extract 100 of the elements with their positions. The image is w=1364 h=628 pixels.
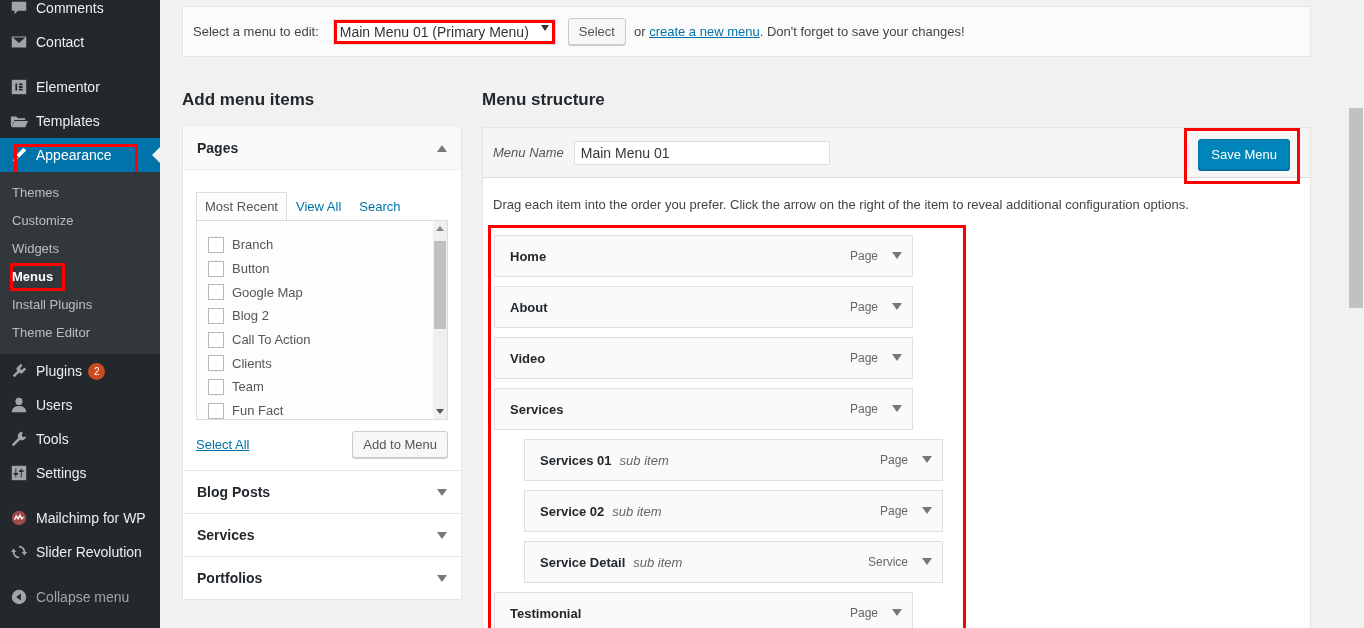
accordion-header[interactable]: Services [183, 514, 461, 556]
submenu-item[interactable]: Theme Editor [0, 319, 95, 347]
checkbox[interactable] [208, 284, 224, 301]
save-menu-button[interactable]: Save Menu [1198, 138, 1290, 170]
dropdown-arrow-icon[interactable] [922, 558, 932, 566]
checkbox[interactable] [208, 402, 224, 419]
checkbox[interactable] [208, 355, 224, 372]
item-note: sub item [612, 503, 662, 519]
menu-structure-item[interactable]: Testimonial Page [494, 592, 913, 628]
section-heading: Menu structure [482, 90, 605, 109]
page-label: Fun Fact [232, 403, 284, 419]
expand-arrow-icon [437, 488, 447, 496]
page-label: Clients [232, 355, 272, 371]
page-label: Button [232, 261, 270, 277]
mailchimp-icon [10, 509, 28, 527]
dropdown-arrow-icon[interactable] [892, 252, 902, 260]
select-menu-label: Select a menu to edit: [193, 24, 319, 39]
instructions-text: Drag each item into the order you prefer. Click the arrow on the right of the item to reveal additional configuration options. [492, 196, 1190, 214]
tab[interactable]: Search [350, 192, 410, 220]
list-scrollbar[interactable] [433, 221, 447, 419]
menu-item[interactable]: Plugins 2 [0, 354, 160, 388]
checkbox[interactable] [208, 260, 224, 277]
scroll-down-icon[interactable] [436, 409, 444, 414]
menu-item[interactable]: Users [0, 388, 160, 422]
dropdown-arrow-icon [540, 23, 549, 32]
submenu-item[interactable]: Install Plugins [0, 291, 97, 319]
plug-icon [10, 362, 28, 380]
item-title: Video [510, 350, 546, 366]
submenu-item[interactable]: Themes [0, 179, 63, 207]
page-label: Blog 2 [232, 308, 269, 324]
item-type: Service [868, 555, 908, 569]
dropdown-arrow-icon[interactable] [892, 609, 902, 617]
checkbox[interactable] [208, 236, 224, 253]
sliders-icon [10, 464, 28, 482]
menu-item[interactable]: Elementor [0, 70, 160, 104]
page-label: Branch [232, 237, 274, 253]
elementor-icon [10, 78, 28, 96]
add-to-menu-button[interactable]: Add to Menu [352, 431, 448, 458]
select-button[interactable]: Select [567, 18, 626, 45]
item-type: Page [849, 351, 878, 365]
menu-dropdown[interactable]: Main Menu 01 (Primary Menu) [332, 18, 556, 45]
tab[interactable]: View All [287, 192, 351, 220]
collapse-icon [10, 588, 28, 606]
menu-name-label: Menu Name [493, 145, 564, 160]
menu-item[interactable]: Mailchimp for WP [0, 501, 160, 535]
menu-item[interactable]: Tools [0, 422, 160, 456]
checkbox[interactable] [208, 378, 224, 395]
expand-arrow-icon [437, 531, 447, 539]
accordion-header[interactable]: Pages [183, 127, 461, 170]
submenu-item[interactable]: Customize [0, 207, 78, 235]
item-type: Page [849, 249, 878, 263]
submenu-item[interactable]: Widgets [0, 235, 63, 263]
person-icon [10, 396, 28, 414]
menu-item[interactable]: Settings [0, 456, 160, 490]
select-all-link[interactable]: Select All [196, 437, 250, 452]
dropdown-arrow-icon[interactable] [922, 456, 932, 464]
tab[interactable]: Most Recent [196, 192, 287, 220]
menu-item[interactable]: Slider Revolution [0, 535, 160, 569]
accordion-header[interactable]: Blog Posts [183, 471, 461, 513]
update-count-badge: 2 [87, 362, 106, 380]
item-title: About [510, 299, 548, 315]
menu-structure-item[interactable]: Home Page [494, 235, 913, 277]
item-title: Service Detail [540, 554, 626, 570]
menu-structure-item[interactable]: Video Page [494, 337, 913, 379]
dropdown-arrow-icon[interactable] [922, 507, 932, 515]
item-title: Home [510, 248, 547, 264]
dropdown-arrow-icon[interactable] [892, 303, 902, 311]
submenu-item[interactable]: Menus [6, 263, 66, 291]
menu-item[interactable]: Comments [0, 0, 160, 25]
collapse-arrow-icon [437, 144, 447, 152]
item-title: Testimonial [510, 605, 582, 621]
item-title: Services [510, 401, 564, 417]
scroll-up-icon[interactable] [436, 226, 444, 231]
collapse-menu-button[interactable]: Collapse menu [0, 580, 160, 614]
dropdown-arrow-icon[interactable] [892, 354, 902, 362]
item-type: Page [849, 300, 878, 314]
checkbox[interactable] [208, 331, 224, 348]
accordion-header[interactable]: Portfolios [183, 557, 461, 599]
item-type: Page [879, 504, 908, 518]
item-title: Services 01 [540, 452, 612, 468]
expand-arrow-icon [437, 574, 447, 582]
page-label: Google Map [232, 284, 303, 300]
item-note: sub item [633, 554, 683, 570]
checkbox[interactable] [208, 307, 224, 324]
menu-structure-item[interactable]: Service Detail sub item Service [524, 541, 943, 583]
item-title: Service 02 [540, 503, 605, 519]
create-menu-link[interactable]: create a new menu [649, 24, 760, 39]
refresh-icon [10, 543, 28, 561]
menu-structure-item[interactable]: About Page [494, 286, 913, 328]
menu-structure-item[interactable]: Service 02 sub item Page [524, 490, 943, 532]
menu-structure-item[interactable]: Services 01 sub item Page [524, 439, 943, 481]
menu-structure-item[interactable]: Services Page [494, 388, 913, 430]
menu-item[interactable]: Templates [0, 104, 160, 138]
dropdown-arrow-icon[interactable] [892, 405, 902, 413]
menu-item[interactable]: Appearance [0, 138, 160, 172]
item-type: Page [849, 606, 878, 620]
item-type: Page [849, 402, 878, 416]
item-note: sub item [619, 452, 669, 468]
menu-item[interactable]: Contact [0, 25, 160, 59]
menu-name-field[interactable]: Main Menu 01 [573, 140, 830, 165]
